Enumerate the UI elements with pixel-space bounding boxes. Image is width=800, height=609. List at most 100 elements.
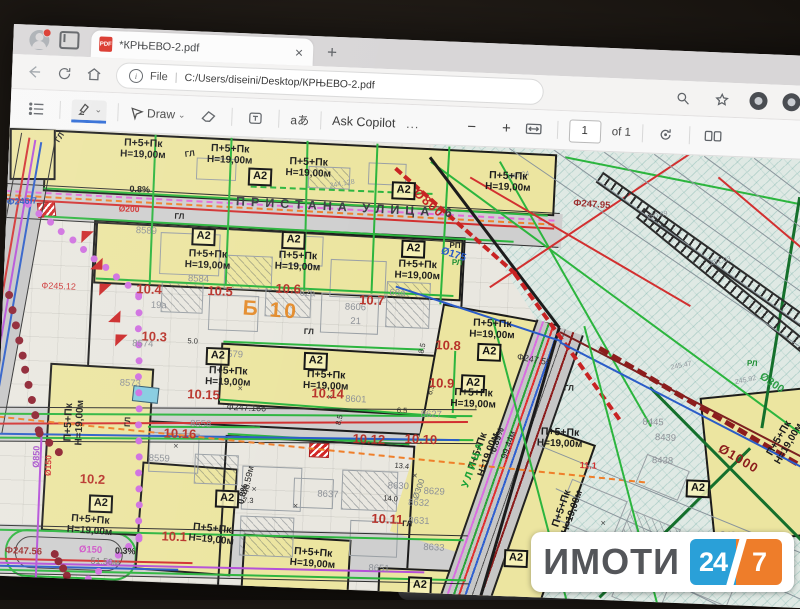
highlight-tool-button[interactable]: ⌄ bbox=[71, 99, 106, 123]
extension-icon-2[interactable] bbox=[782, 93, 800, 112]
map-label: 8632 bbox=[408, 498, 430, 508]
draw-tool-button[interactable]: Draw ⌄ bbox=[129, 105, 186, 122]
map-dot bbox=[135, 357, 142, 364]
ask-copilot-button[interactable]: Ask Copilot bbox=[332, 114, 396, 131]
map-label: × bbox=[173, 442, 179, 451]
toolbar-separator bbox=[231, 108, 233, 126]
tab-close-icon[interactable]: × bbox=[293, 44, 306, 60]
map-label: 8629 bbox=[423, 487, 445, 497]
map-label: 62а bbox=[299, 289, 315, 299]
notification-dot bbox=[42, 28, 51, 37]
watermark-brand: ИМОТИ bbox=[543, 541, 680, 583]
table-of-contents-icon[interactable] bbox=[24, 97, 49, 122]
zoom-out-button[interactable]: − bbox=[467, 118, 476, 135]
map-label: 8627 bbox=[420, 410, 442, 420]
map-label: 11.1 bbox=[580, 461, 597, 471]
address-path: C:/Users/diseini/Desktop/КРЊЕВО-2.pdf bbox=[184, 72, 375, 92]
map-label: ГЛ bbox=[124, 417, 132, 427]
map-label: 0.8% bbox=[129, 185, 150, 195]
map-label: Ø850 bbox=[32, 446, 42, 468]
extension-icon-1[interactable] bbox=[749, 92, 768, 111]
page-number-input[interactable]: 1 bbox=[568, 119, 601, 143]
fit-to-width-icon[interactable] bbox=[521, 116, 546, 141]
map-parcel-red-number: 10.3 bbox=[141, 329, 167, 343]
map-dot bbox=[21, 366, 29, 374]
map-dot bbox=[69, 237, 76, 244]
zone-label: П+5+ПкН=19,00м bbox=[259, 248, 336, 275]
map-parcel-red-number: 10.16 bbox=[163, 426, 196, 440]
home-icon[interactable] bbox=[82, 62, 107, 87]
map-label: 14.0 bbox=[383, 494, 398, 503]
map-label: 8573 bbox=[119, 379, 141, 389]
map-label: × bbox=[251, 485, 257, 494]
workspaces-icon[interactable] bbox=[59, 31, 80, 50]
map-red-triangle bbox=[99, 284, 111, 296]
zoom-in-button[interactable]: + bbox=[502, 119, 511, 136]
read-aloud-button[interactable]: aあ bbox=[290, 111, 309, 129]
zone-label: П+5+ПкН=19,00м bbox=[105, 136, 182, 163]
map-label: 8630 bbox=[388, 481, 410, 491]
more-options-button[interactable]: ... bbox=[406, 117, 420, 132]
zone-a2-box: А2 bbox=[504, 549, 529, 568]
map-parcel-red-number: 10.7 bbox=[359, 293, 385, 307]
map-label: Ф246.7 bbox=[7, 196, 38, 206]
map-parcel-red-number: 10.15 bbox=[187, 387, 220, 401]
map-red-triangle bbox=[108, 310, 120, 322]
watermark-badges: 24 7 bbox=[690, 539, 782, 585]
map-parcel-red-number: 10.6 bbox=[275, 282, 301, 296]
watermark-logo: ИМОТИ 24 7 bbox=[531, 532, 794, 592]
map-parcel-red-number: 10.10 bbox=[404, 432, 437, 446]
map-label: Б 10 bbox=[242, 297, 300, 322]
map-label: 7.3 bbox=[243, 497, 254, 505]
map-label: ГЛ bbox=[174, 213, 184, 221]
map-parcel-red-number: 10.4 bbox=[136, 282, 162, 296]
map-label: 8584 bbox=[188, 274, 210, 284]
map-label: 8633 bbox=[423, 543, 445, 553]
map-label: 0.3% bbox=[115, 546, 136, 556]
map-dot bbox=[80, 246, 87, 253]
toolbar-separator bbox=[117, 103, 119, 121]
toolbar-separator bbox=[556, 121, 558, 139]
search-icon[interactable] bbox=[671, 85, 696, 110]
page-total-label: of 1 bbox=[611, 126, 631, 139]
map-label: 13.4 bbox=[394, 462, 409, 471]
map-label: Ф247.56 bbox=[5, 546, 43, 557]
map-label: 21 bbox=[350, 317, 361, 327]
new-tab-button[interactable]: + bbox=[327, 43, 338, 63]
map-label: Ф247.166 bbox=[227, 403, 267, 414]
map-block bbox=[194, 454, 239, 486]
zone-label: П+5+ПкН=19,00м bbox=[521, 425, 598, 452]
chevron-down-icon: ⌄ bbox=[178, 109, 186, 120]
toolbar-separator bbox=[688, 126, 690, 144]
add-text-icon[interactable] bbox=[243, 105, 268, 130]
map-label: 8438 bbox=[652, 456, 674, 466]
draw-label: Draw bbox=[147, 106, 176, 121]
eraser-icon[interactable] bbox=[196, 103, 221, 128]
map-dot bbox=[18, 351, 26, 359]
favorites-star-icon[interactable] bbox=[710, 87, 735, 112]
zone-label: П+5+ПкН=19,00м bbox=[169, 246, 246, 273]
map-label: Ф245.12 bbox=[41, 281, 76, 291]
map-dot bbox=[8, 306, 16, 314]
map-dot bbox=[28, 396, 36, 404]
map-label: × bbox=[412, 471, 418, 480]
rotate-icon[interactable] bbox=[653, 122, 678, 147]
map-label: 8637 bbox=[317, 490, 339, 500]
refresh-icon[interactable] bbox=[52, 61, 77, 86]
info-icon[interactable]: i bbox=[129, 69, 144, 84]
map-parcel-red-number: 10.8 bbox=[435, 338, 461, 352]
map-label: 8439 bbox=[655, 433, 677, 443]
map-dot bbox=[58, 228, 65, 235]
map-label: Ø150 bbox=[44, 455, 53, 476]
profile-avatar-icon[interactable] bbox=[29, 30, 50, 51]
back-icon[interactable] bbox=[22, 59, 47, 84]
zone-a2-box: А2 bbox=[205, 347, 230, 366]
page-view-icon[interactable] bbox=[700, 124, 725, 149]
map-label: 6.5 bbox=[397, 407, 408, 415]
toolbar-separator bbox=[278, 110, 280, 128]
map-label: 8.5 bbox=[417, 342, 427, 354]
toolbar-separator bbox=[59, 101, 61, 119]
map-label: Ф247.95 bbox=[573, 199, 611, 211]
map-parcel-red-number: 10.11 bbox=[371, 512, 403, 526]
map-label: ГЛ bbox=[304, 328, 314, 336]
